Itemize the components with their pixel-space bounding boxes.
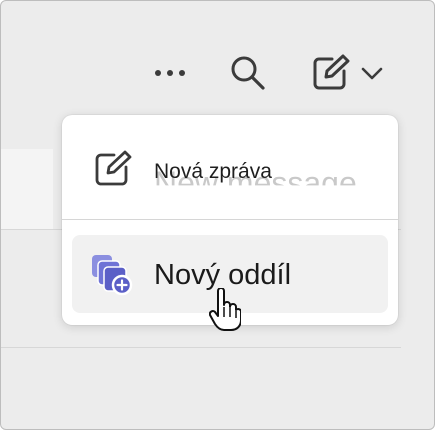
chevron-down-icon[interactable] bbox=[360, 65, 384, 81]
new-section-icon bbox=[92, 255, 133, 296]
app-window: New message Nová zpráva Nový oddíl bbox=[0, 0, 435, 430]
search-button[interactable] bbox=[223, 51, 273, 95]
more-options-button[interactable] bbox=[148, 53, 192, 93]
new-chat-button[interactable] bbox=[301, 51, 393, 95]
compose-icon bbox=[313, 54, 350, 90]
compose-icon bbox=[95, 150, 132, 186]
search-icon bbox=[231, 56, 265, 90]
background-divider bbox=[1, 347, 401, 348]
hand-pointer-cursor-icon bbox=[209, 288, 241, 331]
more-horizontal-icon bbox=[155, 70, 185, 76]
menu-item-new-message[interactable]: New message Nová zpráva bbox=[72, 127, 388, 213]
menu-item-label: Nová zpráva bbox=[154, 160, 272, 183]
background-panel bbox=[1, 149, 53, 229]
menu-divider bbox=[62, 219, 398, 220]
